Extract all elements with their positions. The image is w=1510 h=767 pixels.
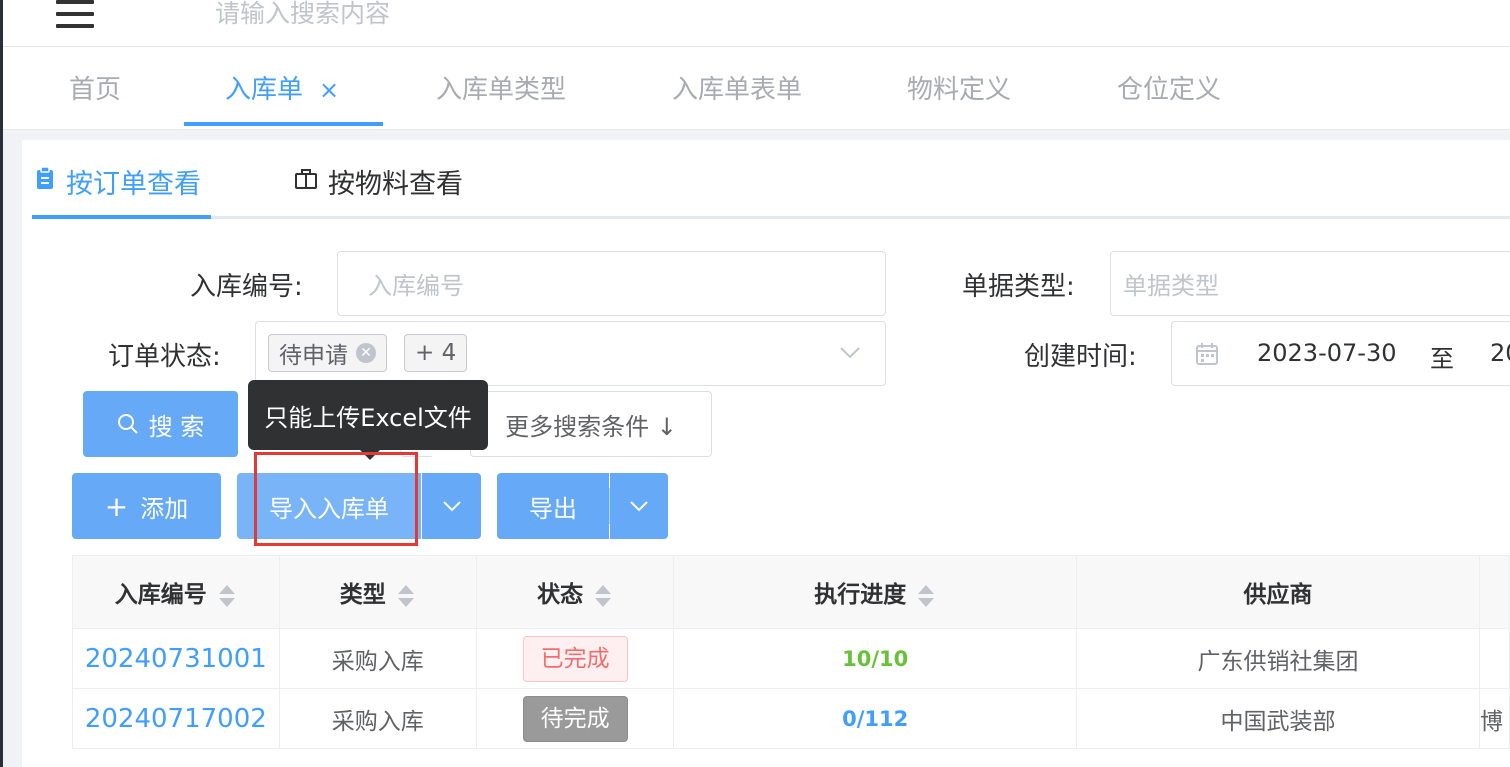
global-search-input[interactable]: 请输入搜索内容 <box>215 0 390 30</box>
tags-view: 首页 入库单 × 入库单类型 入库单表单 物料定义 仓位定义 <box>3 47 1510 130</box>
col-overflow <box>1479 555 1510 629</box>
subtab-divider <box>32 216 1510 219</box>
sort-icon[interactable] <box>396 583 416 609</box>
add-button[interactable]: + 添加 <box>72 473 221 539</box>
subtab-label: 按物料查看 <box>328 169 463 200</box>
date-start: 2023-07-30 <box>1257 339 1397 367</box>
order-no-input[interactable]: 入库编号 <box>337 251 886 316</box>
col-order-no[interactable]: 入库编号 <box>72 555 280 629</box>
import-button[interactable]: 导入入库单 <box>237 473 421 539</box>
type-cell: 采购入库 <box>278 628 477 689</box>
more-search-label: 更多搜索条件 ↓ <box>505 412 677 441</box>
sort-icon[interactable] <box>916 583 936 609</box>
col-label: 状态 <box>537 582 584 608</box>
table-row[interactable]: 20240731001 采购入库 已完成 10/10 广东供销社集团 <box>72 628 1510 689</box>
subtab-label: 按订单查看 <box>66 169 201 200</box>
col-status[interactable]: 状态 <box>475 555 675 629</box>
export-dropdown-button[interactable] <box>610 473 668 539</box>
subtab-by-order[interactable]: 按订单查看 <box>34 162 201 201</box>
placeholder: 入库编号 <box>368 272 464 300</box>
package-icon <box>294 166 318 197</box>
col-label: 执行进度 <box>814 582 907 608</box>
tooltip-arrow <box>360 450 380 460</box>
created-label: 创建时间: <box>1024 342 1137 372</box>
tab-material-def[interactable]: 物料定义 <box>907 69 1011 106</box>
tab-inbound-form[interactable]: 入库单表单 <box>672 69 802 106</box>
doc-type-input[interactable]: 单据类型 <box>1110 251 1510 316</box>
plus-icon: + <box>104 489 129 523</box>
supplier-cell: 中国武装部 <box>1075 688 1481 749</box>
tab-inbound-order[interactable]: 入库单 × <box>225 69 339 106</box>
tab-home[interactable]: 首页 <box>69 69 121 106</box>
sort-icon[interactable] <box>217 583 237 609</box>
date-end: 20 <box>1490 339 1510 367</box>
chip-label: + 4 <box>415 340 457 366</box>
inbound-table: 入库编号 类型 状态 执行进度 供应商 20240731001 采购入库 已完成… <box>72 555 1510 749</box>
order-no-link[interactable]: 20240717002 <box>85 704 267 734</box>
chevron-down-icon <box>442 501 461 512</box>
import-button-label: 导入入库单 <box>269 494 389 523</box>
status-badge: 待完成 <box>522 695 628 742</box>
table-header-row: 入库编号 类型 状态 执行进度 供应商 <box>72 555 1510 629</box>
progress-text: 0/112 <box>842 706 909 731</box>
more-search-button[interactable]: 更多搜索条件 ↓ <box>470 391 712 457</box>
chevron-down-icon <box>630 501 648 512</box>
doc-type-label: 单据类型: <box>962 272 1075 302</box>
export-button-label: 导出 <box>529 494 577 523</box>
export-button[interactable]: 导出 <box>497 473 609 539</box>
col-label: 类型 <box>339 582 386 608</box>
import-dropdown-button[interactable] <box>422 473 481 539</box>
status-cell: 待完成 <box>475 688 675 749</box>
close-icon[interactable]: × <box>319 76 339 104</box>
top-bar: 请输入搜索内容 <box>3 0 1510 47</box>
status-cell: 已完成 <box>475 628 675 689</box>
active-tab-indicator <box>184 122 383 126</box>
col-supplier: 供应商 <box>1075 555 1481 629</box>
order-no-link[interactable]: 20240731001 <box>85 644 267 674</box>
progress-cell: 0/112 <box>673 688 1077 749</box>
subtab-active-indicator <box>32 215 211 219</box>
chip-close-icon[interactable]: ✕ <box>356 343 376 363</box>
placeholder: 单据类型 <box>1123 272 1219 300</box>
date-range-picker[interactable]: 2023-07-30 至 20 <box>1171 321 1510 386</box>
table-row[interactable]: 20240717002 采购入库 待完成 0/112 中国武装部 博 <box>72 688 1510 749</box>
tab-location-def[interactable]: 仓位定义 <box>1117 69 1221 106</box>
subtab-by-material[interactable]: 按物料查看 <box>294 162 463 201</box>
type-cell: 采购入库 <box>278 688 477 749</box>
search-button-label: 搜 索 <box>148 412 205 441</box>
upload-tooltip: 只能上传Excel文件 <box>248 380 488 450</box>
menu-toggle-icon[interactable] <box>56 0 94 28</box>
sort-icon[interactable] <box>593 583 613 609</box>
tab-inbound-type[interactable]: 入库单类型 <box>436 69 566 106</box>
add-button-label: 添加 <box>140 494 189 523</box>
status-more-chip: + 4 <box>404 334 468 372</box>
search-button[interactable]: 搜 索 <box>83 391 238 457</box>
status-select[interactable]: 待申请 ✕ + 4 <box>255 321 886 386</box>
clipboard-icon <box>34 166 56 197</box>
col-type[interactable]: 类型 <box>278 555 477 629</box>
progress-text: 10/10 <box>842 646 909 671</box>
chevron-down-icon <box>840 347 860 359</box>
col-label: 供应商 <box>1243 582 1313 608</box>
calendar-icon <box>1196 343 1218 365</box>
supplier-cell: 广东供销社集团 <box>1075 628 1481 689</box>
progress-cell: 10/10 <box>673 628 1077 689</box>
search-icon <box>117 414 138 434</box>
status-label: 订单状态: <box>108 342 221 372</box>
col-label: 入库编号 <box>114 582 207 608</box>
status-chip: 待申请 ✕ <box>268 334 387 372</box>
order-no-label: 入库编号: <box>190 272 303 302</box>
col-progress[interactable]: 执行进度 <box>673 555 1077 629</box>
overflow-cell: 博 <box>1479 688 1510 749</box>
tab-label: 入库单 <box>225 75 304 105</box>
chip-label: 待申请 <box>279 343 348 369</box>
status-badge: 已完成 <box>522 635 628 682</box>
date-separator: 至 <box>1430 345 1454 373</box>
overflow-cell <box>1479 628 1510 689</box>
